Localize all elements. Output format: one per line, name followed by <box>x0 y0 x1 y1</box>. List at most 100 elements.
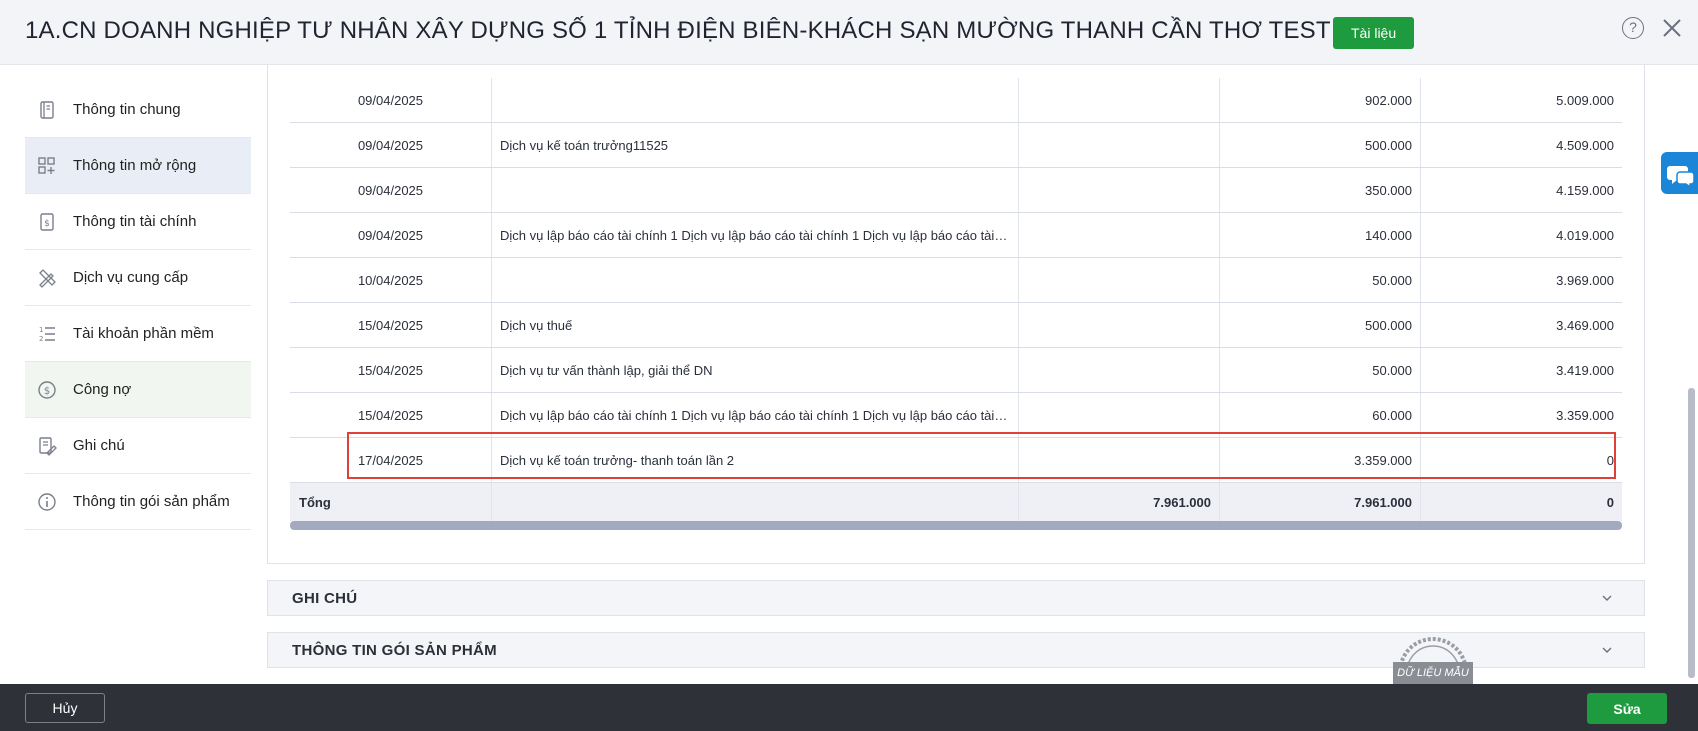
dollar-circle-icon: $ <box>38 380 56 399</box>
sidebar: Thông tin chung Thông tin mở rộng $ Thôn… <box>25 82 251 530</box>
description-cell <box>491 258 1018 302</box>
total-amount-cell: 7.961.000 <box>1018 483 1219 521</box>
paid-cell: 140.000 <box>1219 213 1420 257</box>
table-row[interactable]: 15/04/2025 Dịch vụ tư vấn thành lập, giả… <box>290 348 1622 393</box>
sidebar-item-services[interactable]: Dịch vụ cung cấp <box>25 250 251 306</box>
sidebar-item-label: Ghi chú <box>73 437 125 454</box>
page-title: 1A.CN DOANH NGHIỆP TƯ NHÂN XÂY DỰNG SỐ 1… <box>25 17 1331 44</box>
paid-cell: 902.000 <box>1219 78 1420 122</box>
debt-table: 09/04/2025 902.000 5.009.000 09/04/2025 … <box>290 78 1622 530</box>
numbered-list-icon: 12 <box>39 326 55 343</box>
chat-button[interactable] <box>1661 152 1698 194</box>
svg-text:1: 1 <box>39 326 43 334</box>
description-cell: Dịch vụ thuế <box>491 303 1018 347</box>
modal-footer: Hủy Sửa <box>0 684 1698 731</box>
note-edit-icon <box>39 436 57 456</box>
close-icon[interactable] <box>1660 16 1684 40</box>
description-cell: Dịch vụ lập báo cáo tài chính 1 Dịch vụ … <box>491 393 1018 437</box>
paid-cell: 500.000 <box>1219 303 1420 347</box>
paid-cell: 50.000 <box>1219 258 1420 302</box>
sample-data-stamp: DỮ LIỆU MẪU <box>1393 662 1473 684</box>
date-cell: 17/04/2025 <box>357 452 424 468</box>
vertical-scrollbar[interactable] <box>1688 388 1695 678</box>
date-cell: 09/04/2025 <box>357 227 424 243</box>
paid-cell: 500.000 <box>1219 123 1420 167</box>
svg-text:2: 2 <box>39 335 43 343</box>
paid-cell: 50.000 <box>1219 348 1420 392</box>
balance-cell: 5.009.000 <box>1420 78 1622 122</box>
sidebar-item-label: Thông tin mở rộng <box>73 157 197 174</box>
paid-cell: 350.000 <box>1219 168 1420 212</box>
total-row: Tổng 7.961.000 7.961.000 0 <box>290 483 1622 521</box>
sidebar-item-label: Dịch vụ cung cấp <box>73 269 189 286</box>
description-cell: Dịch vụ tư vấn thành lập, giải thể DN <box>491 348 1018 392</box>
finance-doc-icon: $ <box>40 212 54 231</box>
paid-cell: 60.000 <box>1219 393 1420 437</box>
table-row[interactable]: 09/04/2025 350.000 4.159.000 <box>290 168 1622 213</box>
total-label: Tổng <box>299 494 331 510</box>
sidebar-item-debt[interactable]: $ Công nợ <box>25 362 251 418</box>
table-row[interactable]: 09/04/2025 Dịch vụ lập báo cáo tài chính… <box>290 213 1622 258</box>
date-cell: 09/04/2025 <box>357 137 424 153</box>
sidebar-item-label: Thông tin tài chính <box>73 213 197 230</box>
description-cell <box>491 168 1018 212</box>
date-cell: 15/04/2025 <box>357 362 424 378</box>
balance-cell: 4.019.000 <box>1420 213 1622 257</box>
sidebar-item-product-package[interactable]: Thông tin gói sản phẩm <box>25 474 251 530</box>
date-cell: 10/04/2025 <box>357 272 424 288</box>
table-row[interactable]: 09/04/2025 Dịch vụ kế toán trưởng11525 5… <box>290 123 1622 168</box>
amount-cell <box>1018 393 1219 437</box>
svg-text:$: $ <box>44 386 50 397</box>
debt-panel: 09/04/2025 902.000 5.009.000 09/04/2025 … <box>267 65 1645 564</box>
description-cell <box>491 78 1018 122</box>
balance-cell: 3.419.000 <box>1420 348 1622 392</box>
edit-button[interactable]: Sửa <box>1587 693 1667 724</box>
grid-plus-icon <box>38 156 55 174</box>
modal-header: 1A.CN DOANH NGHIỆP TƯ NHÂN XÂY DỰNG SỐ 1… <box>0 0 1698 65</box>
sidebar-item-label: Tài khoản phần mềm <box>73 325 214 342</box>
table-row[interactable]: 15/04/2025 Dịch vụ lập báo cáo tài chính… <box>290 393 1622 438</box>
amount-cell <box>1018 213 1219 257</box>
notes-section-header[interactable]: GHI CHÚ <box>267 580 1645 616</box>
sidebar-item-software-accounts[interactable]: 12 Tài khoản phần mềm <box>25 306 251 362</box>
amount-cell <box>1018 168 1219 212</box>
total-paid-cell: 7.961.000 <box>1219 483 1420 521</box>
sidebar-item-label: Thông tin gói sản phẩm <box>73 493 230 510</box>
question-circle-icon[interactable]: ? <box>1622 17 1644 39</box>
total-balance-cell: 0 <box>1420 483 1622 521</box>
amount-cell <box>1018 438 1219 482</box>
sidebar-item-label: Thông tin chung <box>73 101 181 118</box>
balance-cell: 3.969.000 <box>1420 258 1622 302</box>
balance-cell: 0 <box>1420 438 1622 482</box>
table-row[interactable]: 15/04/2025 Dịch vụ thuế 500.000 3.469.00… <box>290 303 1622 348</box>
table-row[interactable]: 17/04/2025 Dịch vụ kế toán trưởng- thanh… <box>290 438 1622 483</box>
date-cell: 15/04/2025 <box>357 407 424 423</box>
balance-cell: 3.359.000 <box>1420 393 1622 437</box>
paid-cell: 3.359.000 <box>1219 438 1420 482</box>
total-description-cell <box>491 483 1018 521</box>
notebook-icon <box>40 100 54 119</box>
chevron-down-icon <box>1602 647 1612 653</box>
sidebar-item-extended-info[interactable]: Thông tin mở rộng <box>25 138 251 194</box>
amount-cell <box>1018 303 1219 347</box>
section-title: GHI CHÚ <box>292 590 358 607</box>
date-cell: 15/04/2025 <box>357 317 424 333</box>
table-row[interactable]: 10/04/2025 50.000 3.969.000 <box>290 258 1622 303</box>
cancel-button[interactable]: Hủy <box>25 693 105 723</box>
sidebar-item-financial-info[interactable]: $ Thông tin tài chính <box>25 194 251 250</box>
section-title: THÔNG TIN GÓI SẢN PHẨM <box>292 642 497 659</box>
chat-bubble-icon <box>1667 166 1695 189</box>
balance-cell: 4.159.000 <box>1420 168 1622 212</box>
svg-text:$: $ <box>44 219 50 229</box>
balance-cell: 4.509.000 <box>1420 123 1622 167</box>
sidebar-item-notes[interactable]: Ghi chú <box>25 418 251 474</box>
horizontal-scrollbar[interactable] <box>290 521 1622 530</box>
documents-button[interactable]: Tài liệu <box>1333 17 1415 49</box>
amount-cell <box>1018 258 1219 302</box>
description-cell: Dịch vụ lập báo cáo tài chính 1 Dịch vụ … <box>491 213 1018 257</box>
table-row[interactable]: 09/04/2025 902.000 5.009.000 <box>290 78 1622 123</box>
sidebar-item-label: Công nợ <box>73 381 132 398</box>
date-cell: 09/04/2025 <box>357 182 424 198</box>
sidebar-item-general-info[interactable]: Thông tin chung <box>25 82 251 138</box>
chevron-down-icon <box>1602 595 1612 601</box>
